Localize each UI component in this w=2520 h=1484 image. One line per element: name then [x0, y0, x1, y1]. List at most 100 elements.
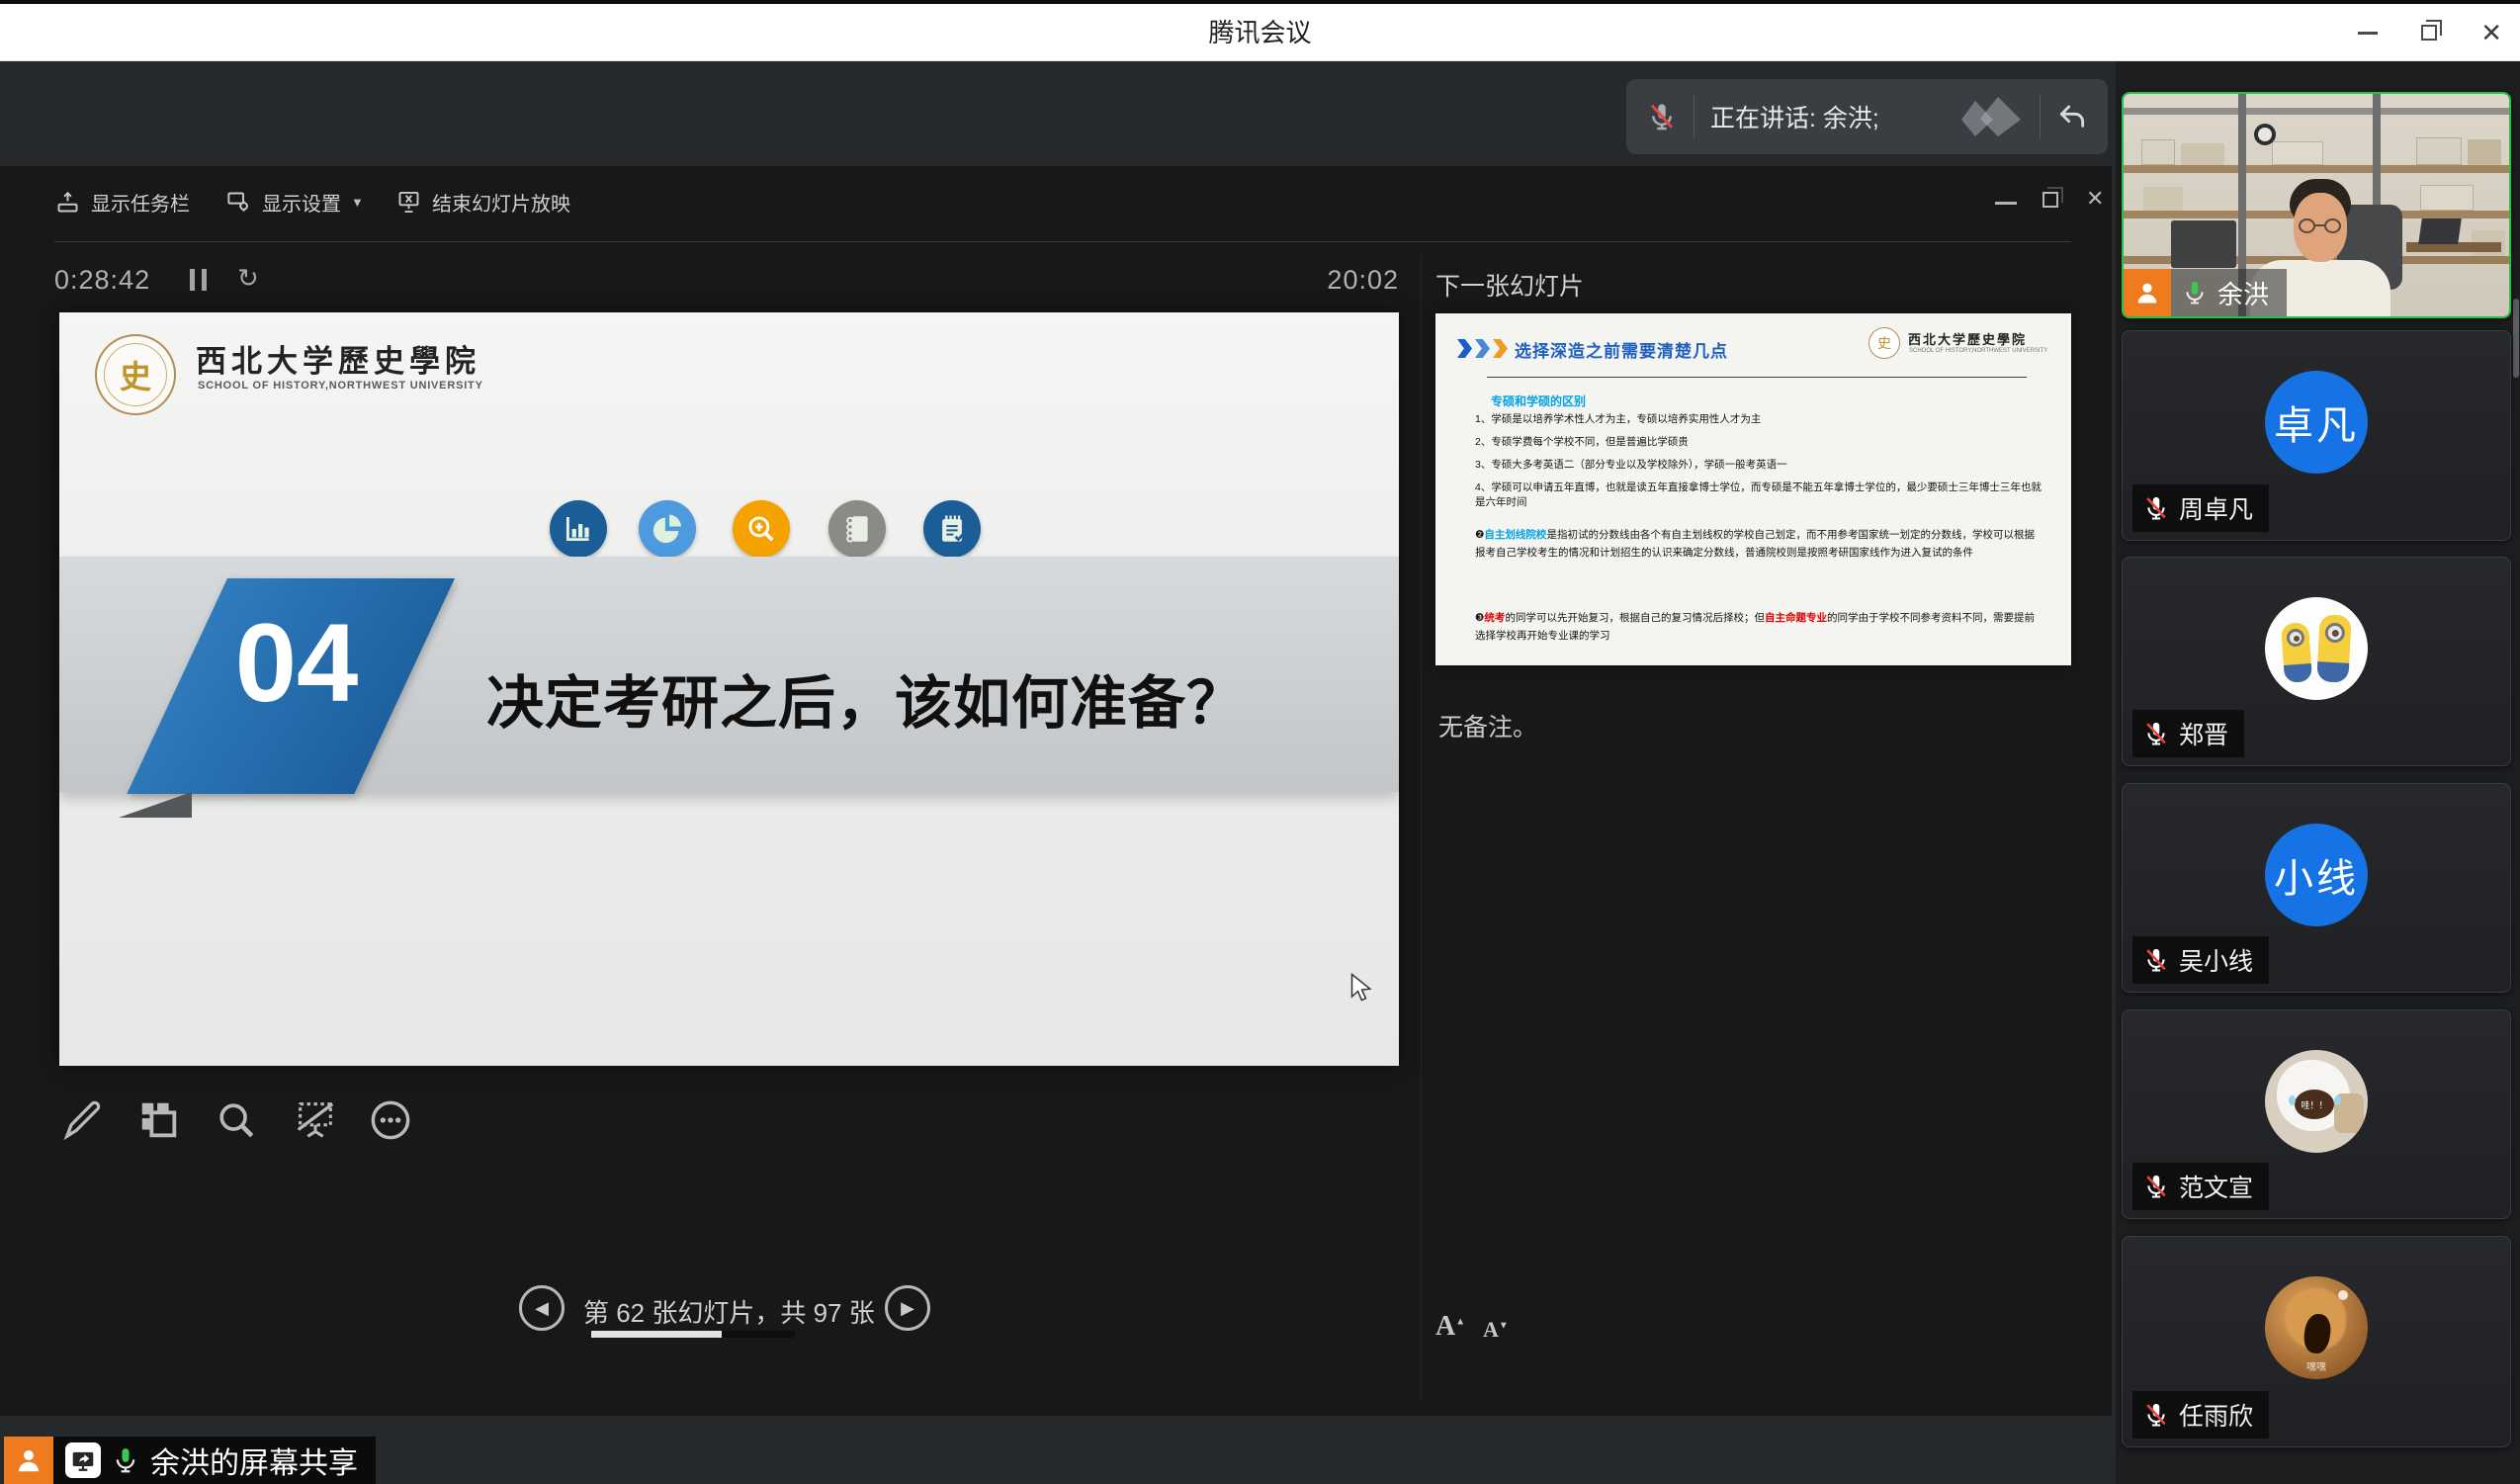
window-title: 腾讯会议: [0, 4, 2520, 61]
increase-font-button[interactable]: A▲: [1435, 1311, 1465, 1343]
reply-arrow-icon[interactable]: [2056, 101, 2088, 132]
pause-timer-icon[interactable]: [190, 269, 207, 291]
magnifier-icon: [214, 1097, 259, 1143]
display-settings-label: 显示设置: [262, 188, 341, 217]
chevron-icon: [1475, 339, 1490, 358]
chevron-icon: [1457, 339, 1472, 358]
clock: 20:02: [1285, 265, 1399, 296]
participant-tile[interactable]: 卓凡 周卓凡: [2122, 330, 2511, 541]
participant-label: 郑晋: [2132, 710, 2244, 757]
divider: [1487, 377, 2027, 378]
list-item: 3、专硕大多考英语二（部分专业以及学校除外），学硕一般考英语一: [1475, 458, 2046, 473]
share-host-badge: [4, 1437, 53, 1484]
muted-mic-icon: [2142, 946, 2170, 974]
slide-title: 决定考研之后，该如何准备？: [486, 656, 1245, 740]
next-slide-header: 下一张幻灯片: [1435, 267, 1584, 303]
ellipsis-icon: [368, 1097, 413, 1143]
speaking-status-bar: 正在讲话: 余洪;: [1626, 79, 2108, 154]
next-slide-title: 选择深造之前需要清楚几点: [1515, 337, 1728, 362]
app-window: 腾讯会议 ✕ 正在讲话: 余洪;: [0, 0, 2520, 1484]
end-show-icon: [395, 189, 422, 216]
see-all-slides-button[interactable]: [136, 1097, 182, 1143]
taskbar-icon: [54, 189, 81, 216]
sidebar-scrollbar[interactable]: [2513, 299, 2519, 378]
paragraph: ❸统考的同学可以先开始复习，根据自己的复习情况后择校；但自主命题专业的同学由于学…: [1475, 610, 2035, 645]
list-item: 2、专硕学费每个学校不同，但是普遍比学硕贵: [1475, 435, 2046, 450]
share-banner-label: 余洪的屏幕共享: [150, 1439, 358, 1482]
participant-tile[interactable]: 哇！！ 范文宣: [2122, 1009, 2511, 1219]
next-slide-org-name-en: SCHOOL OF HISTORY,NORTHWEST UNIVERSITY: [1909, 348, 2047, 354]
ppt-restore-icon[interactable]: [2042, 192, 2058, 208]
show-taskbar-button[interactable]: 显示任务栏: [54, 188, 190, 217]
participant-name: 范文宣: [2179, 1169, 2253, 1204]
participant-name: 周卓凡: [2179, 490, 2253, 526]
next-slide-preview: 选择深造之前需要清楚几点 史 西北大学歷史學院 SCHOOL OF HISTOR…: [1435, 313, 2071, 665]
current-slide-canvas[interactable]: 史 西北大学歷史學院 SCHOOL OF HISTORY,NORTHWEST U…: [59, 312, 1399, 1066]
restart-timer-icon[interactable]: ↻: [237, 265, 259, 291]
meeting-logo-icon: [1958, 94, 2024, 139]
divider: [2040, 95, 2041, 138]
screen-share-banner: 余洪的屏幕共享: [53, 1437, 376, 1484]
participant-tile-video[interactable]: 余洪: [2122, 92, 2511, 318]
mouse-cursor-icon: [1349, 973, 1375, 1003]
bar-chart-icon: [550, 500, 607, 558]
display-settings-icon: [225, 189, 252, 216]
slide-progress-track: [591, 1331, 795, 1338]
speaking-label: 正在讲话: 余洪;: [1710, 99, 1943, 134]
avatar: 哇！！: [2265, 1050, 2368, 1153]
next-slide-button[interactable]: ▶: [885, 1285, 930, 1331]
participant-tile[interactable]: 小线 吴小线: [2122, 783, 2511, 993]
black-screen-button[interactable]: [293, 1097, 338, 1143]
dog-mouth: 哇！！: [2295, 1090, 2334, 1119]
prev-arrow-icon: ◀: [535, 1298, 549, 1319]
participant-tile[interactable]: 郑晋: [2122, 557, 2511, 766]
ppt-minimize-icon[interactable]: [1995, 202, 2017, 205]
shared-screen-presenter-view: 显示任务栏 显示设置 ▼ 结束幻灯片放映 ✕ 0:28:42: [0, 166, 2112, 1416]
participant-label: 任雨欣: [2132, 1391, 2269, 1439]
chapter-number: 04: [186, 597, 407, 730]
display-settings-button[interactable]: 显示设置 ▼: [225, 188, 364, 217]
notebook-icon: [828, 500, 886, 558]
slides-grid-icon: [136, 1097, 182, 1143]
ppt-close-icon[interactable]: ✕: [2086, 188, 2104, 210]
restore-icon[interactable]: [2421, 25, 2437, 41]
next-slide-org-name: 西北大学歷史學院: [1908, 329, 2027, 348]
paragraph: ❷自主划线院校是指初试的分数线由各个有自主划线权的学校自己划定，而不用参考国家统…: [1475, 527, 2035, 562]
participant-label: 余洪: [2124, 269, 2287, 316]
glasses-icon: [2299, 218, 2315, 233]
section-heading: 专硕和学硕的区别: [1491, 393, 1586, 409]
end-slideshow-button[interactable]: 结束幻灯片放映: [395, 188, 570, 217]
panel-divider: [1421, 255, 1422, 1402]
zoom-slide-button[interactable]: [214, 1097, 259, 1143]
mic-on-icon: [2181, 279, 2209, 306]
participants-sidebar: 余洪 卓凡 周卓凡: [2116, 61, 2520, 1484]
participant-tile[interactable]: 嘿嘿 任雨欣: [2122, 1236, 2511, 1447]
end-slideshow-label: 结束幻灯片放映: [432, 188, 570, 217]
participant-name: 郑晋: [2179, 716, 2228, 751]
person-icon: [2133, 279, 2161, 306]
avatar: 卓凡: [2265, 371, 2368, 474]
participant-label: 周卓凡: [2132, 484, 2269, 532]
host-badge: [2124, 269, 2171, 316]
pen-tool-button[interactable]: [59, 1097, 105, 1143]
decrease-font-button[interactable]: A▼: [1483, 1317, 1509, 1343]
more-options-button[interactable]: [368, 1097, 413, 1143]
toolbar-divider: [54, 241, 2071, 242]
next-arrow-icon: ▶: [901, 1298, 914, 1319]
muted-mic-icon: [2142, 1401, 2170, 1429]
screen-slash-icon: [293, 1097, 338, 1143]
section-list: 1、学硕是以培养学术性人才为主，专硕以培养实用性人才为主 2、专硕学费每个学校不…: [1475, 412, 2046, 518]
minion-figure: [2281, 622, 2312, 683]
elapsed-timer: 0:28:42: [54, 265, 150, 296]
mic-on-icon: [111, 1445, 140, 1475]
show-taskbar-label: 显示任务栏: [91, 188, 190, 217]
pie-chart-icon: [639, 500, 696, 558]
previous-slide-button[interactable]: ◀: [519, 1285, 565, 1331]
close-icon[interactable]: ✕: [2480, 20, 2502, 45]
person-icon: [14, 1445, 43, 1475]
zoom-in-icon: [733, 500, 790, 558]
minimize-icon[interactable]: [2358, 32, 2378, 35]
participant-name: 余洪: [2217, 275, 2269, 311]
participant-label: 吴小线: [2132, 936, 2269, 984]
pen-icon: [59, 1097, 105, 1143]
